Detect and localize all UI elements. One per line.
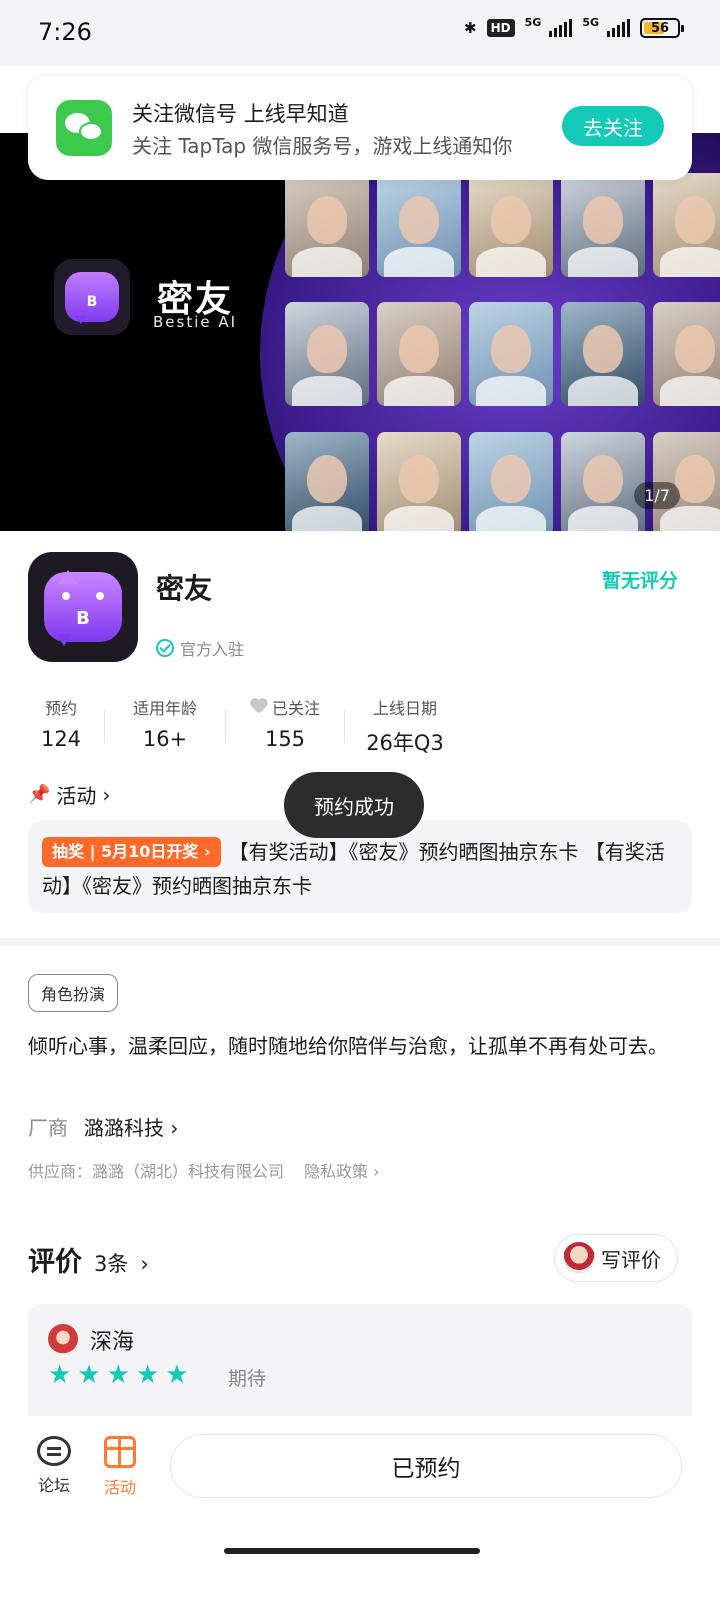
home-indicator[interactable] (224, 1548, 480, 1554)
app-name: 密友 (156, 572, 213, 605)
nav-forum[interactable]: 论坛 (24, 1436, 84, 1496)
reserved-button[interactable]: 已预约 (170, 1434, 682, 1498)
nav-activity[interactable]: 活动 (90, 1436, 150, 1498)
portrait-image (653, 302, 720, 407)
stat-followers[interactable]: 已关注 155 (226, 695, 344, 757)
hero-app-logo: B (54, 259, 130, 335)
rating-stars: ★ ★ ★ ★ ★ (48, 1362, 189, 1388)
portrait-image (561, 431, 645, 531)
stat-label: 预约 (44, 699, 77, 718)
gallery-counter: 1/7 (634, 482, 680, 509)
star-icon: ★ (106, 1360, 130, 1390)
reviews-count: 3条 (94, 1252, 129, 1276)
reviewer-name: 深海 (90, 1330, 135, 1355)
stat-value: 155 (264, 727, 306, 751)
portrait-image (561, 173, 645, 277)
portrait-image (653, 173, 720, 277)
vendor-label: 厂商 (28, 1116, 68, 1140)
hero-banner[interactable]: B 密友 Bestie AI 1/7 (0, 133, 720, 531)
portrait-image (285, 431, 369, 531)
write-review-button[interactable]: 写评价 (554, 1234, 678, 1282)
portrait-image (561, 302, 645, 407)
stat-label: 适用年龄 (132, 699, 197, 718)
status-icons: ✱ HD 5G 5G 56 (464, 15, 684, 38)
reviews-header[interactable]: 评价 3条 › (28, 1240, 149, 1279)
nav-activity-label: 活动 (103, 1478, 136, 1497)
portrait-image (469, 302, 553, 407)
follow-button[interactable]: 去关注 (562, 106, 664, 146)
portrait-image (377, 431, 461, 531)
portrait-image (285, 173, 369, 277)
stat-age: 适用年龄 16+ (105, 695, 225, 757)
vendor-name: 潞潞科技 › (84, 1116, 179, 1140)
wechat-icon (56, 100, 112, 156)
stat-value: 26年Q3 (366, 731, 444, 755)
stat-value: 124 (40, 727, 82, 751)
signal-icon (549, 19, 573, 37)
official-label: 官方入驻 (180, 640, 245, 659)
bottom-action-bar: 论坛 活动 已预约 (0, 1416, 720, 1600)
stat-label: 上线日期 (372, 699, 437, 718)
provider-text: 供应商：潞潞（湖北）科技有限公司 (28, 1162, 285, 1181)
portrait-image (285, 302, 369, 407)
toast-message: 预约成功 (284, 772, 424, 838)
hd-badge: HD (486, 19, 515, 37)
battery-level: 56 (650, 20, 670, 36)
rating-status: 暂无评分 (601, 570, 678, 592)
stats-row: 预约 124 适用年龄 16+ 已关注 155 上线日期 26年Q3 (28, 695, 465, 757)
star-icon: ★ (48, 1360, 72, 1390)
bluetooth-icon: ✱ (464, 19, 477, 37)
activity-header[interactable]: 📌 活动 › (28, 780, 110, 809)
write-review-label: 写评价 (601, 1247, 661, 1272)
chevron-right-icon: › (140, 1252, 149, 1276)
raffle-badge[interactable]: 抽奖 | 5月10日开奖 › (42, 837, 221, 867)
wechat-follow-banner[interactable]: 关注微信号 上线早知道 关注 TapTap 微信服务号，游戏上线通知你 去关注 (28, 76, 692, 180)
stat-release-date: 上线日期 26年Q3 (345, 695, 465, 757)
signal-icon-2 (607, 19, 630, 37)
portrait-image (469, 431, 553, 531)
stat-value: 16+ (142, 727, 188, 751)
pin-icon: 📌 (28, 784, 51, 805)
heart-icon (250, 699, 268, 715)
app-icon: B (28, 552, 138, 662)
forum-icon (37, 1436, 71, 1466)
genre-tag[interactable]: 角色扮演 (28, 974, 119, 1012)
network-label-2: 5G (582, 15, 599, 29)
portrait-image (377, 173, 461, 277)
user-avatar (563, 1242, 595, 1274)
status-time: 7:26 (38, 18, 92, 46)
gift-icon (104, 1436, 136, 1468)
reviews-title: 评价 (28, 1247, 82, 1278)
stat-reservations: 预约 124 (28, 695, 94, 757)
portrait-image (377, 302, 461, 407)
vendor-row[interactable]: 厂商 潞潞科技 › (28, 1112, 178, 1141)
star-icon: ★ (77, 1360, 101, 1390)
official-badge: 官方入驻 (156, 636, 244, 660)
hero-subtitle: Bestie AI (153, 313, 238, 331)
chevron-right-icon: › (102, 782, 111, 807)
verified-check-icon (156, 639, 174, 657)
network-label-1: 5G (524, 15, 542, 29)
provider-row: 供应商：潞潞（湖北）科技有限公司 隐私政策 › (28, 1158, 380, 1182)
notify-title: 关注微信号 上线早知道 (132, 102, 349, 126)
nav-forum-label: 论坛 (37, 1476, 70, 1495)
star-icon: ★ (135, 1360, 160, 1390)
status-bar: 7:26 ✱ HD 5G 5G 56 (0, 0, 720, 66)
portrait-image (469, 173, 553, 277)
privacy-link[interactable]: 隐私政策 › (304, 1158, 380, 1182)
star-icon: ★ (165, 1360, 189, 1390)
section-divider (0, 938, 720, 946)
notify-subtitle: 关注 TapTap 微信服务号，游戏上线通知你 (132, 134, 513, 158)
hero-portrait-grid (285, 173, 720, 531)
stat-label: 已关注 (271, 699, 320, 718)
activity-heading: 活动 (56, 784, 97, 808)
battery-icon: 56 (640, 18, 684, 38)
review-tag: 期待 (228, 1368, 267, 1390)
review-card[interactable]: 深海 ★ ★ ★ ★ ★ 期待 (28, 1304, 692, 1416)
app-description: 倾听心事，温柔回应，随时随地给你陪伴与治愈，让孤单不再有处可去。 (28, 1034, 668, 1058)
reviewer-avatar (48, 1324, 78, 1354)
